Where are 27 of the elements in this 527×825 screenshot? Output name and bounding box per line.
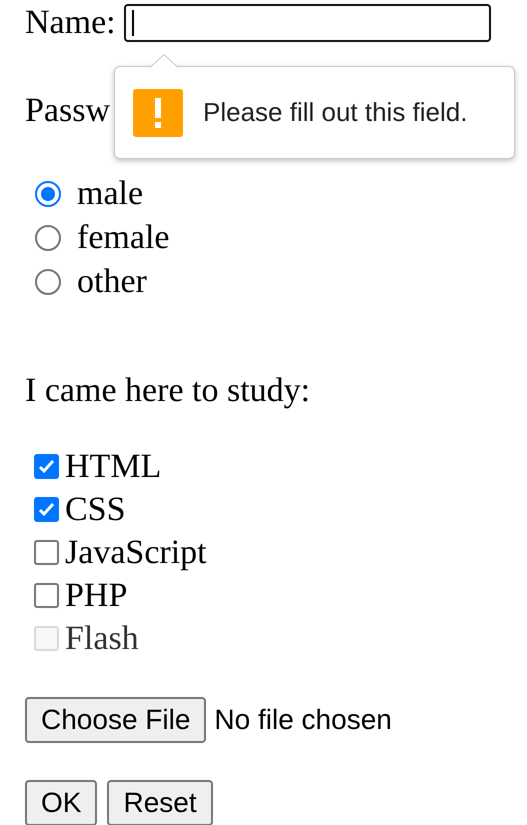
radio-label: other — [77, 262, 147, 302]
tooltip-message: Please fill out this field. — [203, 97, 468, 128]
form-button[interactable]: Reset — [107, 780, 213, 825]
checkbox-label: Flash — [65, 619, 139, 659]
checkbox-label: PHP — [65, 576, 128, 616]
study-prompt: I came here to study: — [25, 371, 310, 411]
file-status: No file chosen — [214, 704, 392, 736]
radio-label: male — [77, 174, 144, 214]
checkbox[interactable] — [34, 454, 59, 479]
form-button[interactable]: OK — [25, 780, 98, 825]
password-label: Passw — [25, 91, 110, 131]
choose-file-button[interactable]: Choose File — [25, 696, 206, 742]
checkbox[interactable] — [34, 540, 59, 565]
check-icon — [37, 500, 56, 519]
radio-button[interactable] — [35, 268, 61, 294]
radio-button[interactable] — [35, 180, 61, 206]
checkbox[interactable] — [34, 583, 59, 608]
checkbox[interactable] — [34, 497, 59, 522]
checkbox-label: HTML — [65, 447, 162, 487]
checkbox-label: CSS — [65, 490, 126, 530]
check-icon — [37, 457, 56, 476]
radio-button[interactable] — [35, 224, 61, 250]
warning-icon — [133, 88, 183, 136]
checkbox-label: JavaScript — [65, 533, 207, 573]
name-label: Name: — [25, 3, 116, 43]
name-input[interactable] — [124, 4, 491, 42]
radio-label: female — [77, 218, 170, 258]
